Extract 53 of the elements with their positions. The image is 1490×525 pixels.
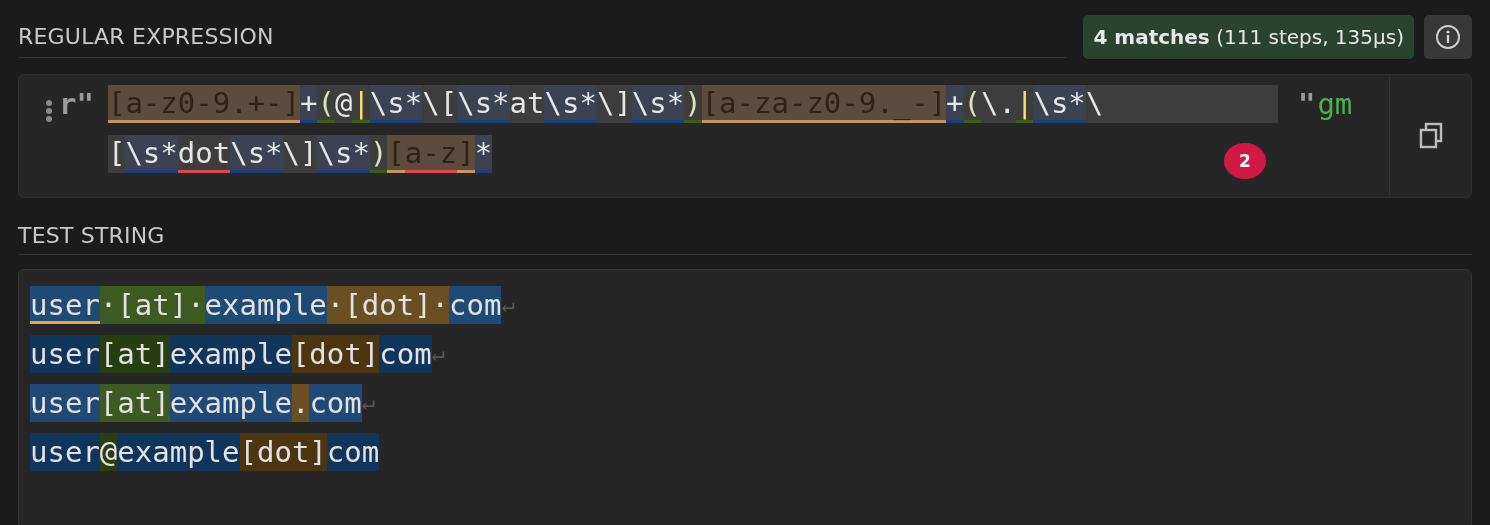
regex-token: \s <box>125 135 161 173</box>
regex-token: * <box>1068 85 1086 123</box>
match-segment: com <box>309 384 362 422</box>
regex-token: \s <box>369 85 405 123</box>
match-segment: user <box>30 335 100 373</box>
section-title: TEST STRING <box>18 222 165 248</box>
drag-handle-icon[interactable] <box>45 99 53 123</box>
regex-token: \s <box>317 135 353 173</box>
match-segment: user <box>30 433 100 471</box>
regex-token: \s <box>230 135 266 173</box>
regex-token: + <box>946 85 964 123</box>
match-segment: example <box>204 286 327 324</box>
match-info-badge: 4 matches (111 steps, 135µs) <box>1083 15 1414 59</box>
line-end-marker: ↵ <box>431 340 445 368</box>
regex-token: \s <box>457 85 493 123</box>
line-end-marker: ↵ <box>361 389 375 417</box>
regex-token: * <box>352 135 370 173</box>
match-segment: com <box>449 286 502 324</box>
regex-token: dot <box>177 135 231 173</box>
info-button[interactable] <box>1424 15 1472 59</box>
test-string-editor[interactable]: user·[at]·example·[dot]·com↵ user[at]example[dot]com↵ user[at]example.com↵ user@example[dot]com <box>18 269 1472 525</box>
regex-token: * <box>160 135 178 173</box>
regex-suffix: " <box>1297 86 1316 123</box>
regex-token: ] <box>457 135 475 173</box>
match-segment: ·[at]· <box>99 286 205 324</box>
regex-token: * <box>492 85 510 123</box>
regex-flags[interactable]: gm <box>1317 85 1353 123</box>
match-segment: example <box>169 335 292 373</box>
match-segment: [at] <box>99 384 170 422</box>
match-segment: user <box>30 384 100 422</box>
regex-token: \] <box>282 135 318 173</box>
match-segment: user <box>30 286 100 324</box>
regex-token: * <box>579 85 597 123</box>
section-title: REGULAR EXPRESSION <box>18 24 274 49</box>
match-segment: [dot] <box>239 433 327 471</box>
line-end-marker: ↵ <box>501 291 515 319</box>
regex-token: \s <box>1033 85 1069 123</box>
match-segment: com <box>379 335 432 373</box>
regex-token: * <box>265 135 283 173</box>
regex-token: \s <box>631 85 667 123</box>
regex-token: [ <box>107 135 126 173</box>
regex-token: \s <box>544 85 580 123</box>
match-segment: example <box>117 433 240 471</box>
error-count-badge[interactable]: 2 <box>1223 143 1266 179</box>
match-segment: example <box>169 384 292 422</box>
copy-icon <box>1417 122 1444 150</box>
regex-token: [ <box>387 135 405 173</box>
match-segment: com <box>326 433 380 471</box>
match-segment: ·[dot]· <box>326 286 450 324</box>
match-segment: [dot] <box>291 335 380 373</box>
regex-prefix: r" <box>59 86 94 123</box>
info-icon <box>1435 24 1461 50</box>
match-segment: [at] <box>99 335 170 373</box>
